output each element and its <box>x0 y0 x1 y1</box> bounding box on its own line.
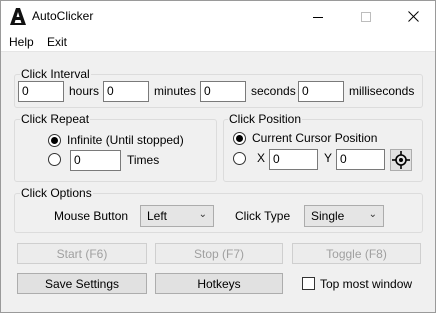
minutes-label: minutes <box>154 84 197 98</box>
times-radio[interactable] <box>48 153 61 166</box>
app-icon <box>9 7 27 26</box>
hours-input[interactable]: 0 <box>18 81 64 102</box>
click-position-title: Click Position <box>228 112 303 126</box>
hours-label: hours <box>69 84 100 98</box>
stop-button[interactable]: Stop (F7) <box>155 243 283 264</box>
maximize-button[interactable] <box>343 1 389 32</box>
minutes-input[interactable]: 0 <box>103 81 149 102</box>
infinite-label[interactable]: Infinite (Until stopped) <box>67 133 184 147</box>
maximize-icon <box>361 11 371 22</box>
current-position-radio[interactable] <box>233 132 246 145</box>
times-input[interactable]: 0 <box>70 150 121 171</box>
click-interval-title: Click Interval <box>20 67 91 81</box>
x-label: X <box>257 151 266 165</box>
seconds-input[interactable]: 0 <box>200 81 246 102</box>
mouse-button-select[interactable]: Left ⌄ <box>140 205 214 227</box>
milliseconds-label: milliseconds <box>349 84 415 98</box>
menu-bar: Help Exit <box>1 32 435 52</box>
topmost-checkbox[interactable] <box>302 277 315 290</box>
toggle-button[interactable]: Toggle (F8) <box>292 243 421 264</box>
menu-help[interactable]: Help <box>9 35 34 49</box>
milliseconds-input[interactable]: 0 <box>298 81 344 102</box>
mouse-button-value: Left <box>147 209 168 223</box>
click-repeat-title: Click Repeat <box>20 112 91 126</box>
y-label: Y <box>324 151 333 165</box>
window-title: AutoClicker <box>32 9 94 23</box>
close-icon <box>407 11 419 22</box>
pick-location-button[interactable] <box>390 149 412 171</box>
infinite-radio[interactable] <box>48 134 61 147</box>
minimize-button[interactable] <box>295 1 341 32</box>
times-label: Times <box>127 153 160 167</box>
autoclicker-window: AutoClicker Help Exit Click Interval 0 h… <box>0 0 436 313</box>
save-settings-button[interactable]: Save Settings <box>17 273 147 294</box>
seconds-label: seconds <box>251 84 296 98</box>
custom-position-radio[interactable] <box>233 152 246 165</box>
mouse-button-label: Mouse Button <box>54 209 129 223</box>
x-input[interactable]: 0 <box>269 149 318 170</box>
topmost-label[interactable]: Top most window <box>320 277 412 291</box>
click-options-title: Click Options <box>20 186 93 200</box>
chevron-down-icon: ⌄ <box>368 209 377 220</box>
menu-exit[interactable]: Exit <box>47 35 67 49</box>
current-position-label[interactable]: Current Cursor Position <box>252 131 377 145</box>
minimize-icon <box>313 16 323 18</box>
start-button[interactable]: Start (F6) <box>17 243 147 264</box>
crosshair-icon <box>392 151 410 169</box>
click-type-value: Single <box>311 209 345 223</box>
close-button[interactable] <box>390 1 435 32</box>
y-input[interactable]: 0 <box>336 149 385 170</box>
title-bar[interactable]: AutoClicker <box>1 1 435 32</box>
hotkeys-button[interactable]: Hotkeys <box>155 273 283 294</box>
click-type-label: Click Type <box>235 209 291 223</box>
chevron-down-icon: ⌄ <box>198 209 207 220</box>
click-type-select[interactable]: Single ⌄ <box>304 205 384 227</box>
